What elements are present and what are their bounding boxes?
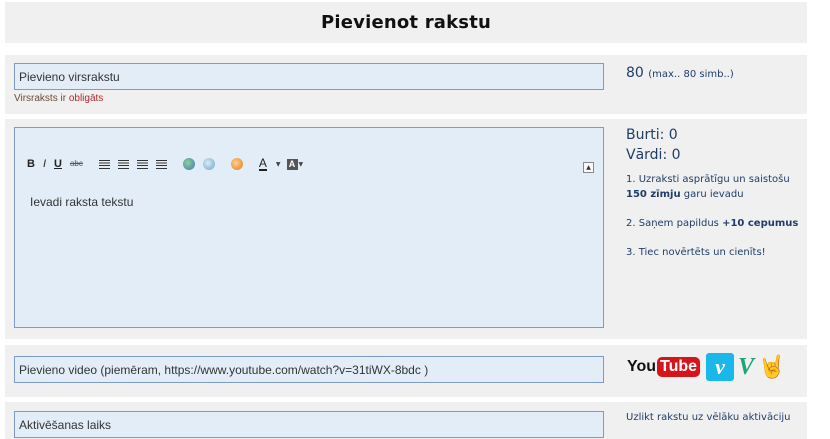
- hint-required: obligāts: [68, 93, 104, 104]
- letter-count: Burti: 0: [626, 127, 678, 143]
- counter-note: (max.. 80 simb..): [648, 69, 734, 80]
- hint-prefix: Virsraksts ir: [14, 93, 67, 104]
- activation-note: Uzlikt rakstu uz vēlāku aktivāciju: [626, 412, 791, 423]
- tip-2-bold: +10 cepumus: [722, 218, 799, 229]
- title-input[interactable]: Pievieno virsrakstu: [14, 63, 604, 90]
- page-title: Pievienot rakstu: [320, 12, 492, 33]
- tip-3: 3. Tiec novērtēts un cienīts!: [626, 247, 766, 258]
- italic-button[interactable]: I: [43, 156, 46, 172]
- emoticon-icon[interactable]: [230, 158, 243, 170]
- tip-1-text-end: garu ievadu: [683, 189, 744, 200]
- editor-section: B I U abc A ▼ A ▼ ▲ Ievadi raksta tekstu B…: [5, 119, 807, 339]
- tip-1-text: 1. Uzraksti asprātīgu un saistošu: [626, 174, 790, 185]
- text-editor[interactable]: B I U abc A ▼ A ▼ ▲ Ievadi raksta tekstu: [14, 127, 604, 328]
- word-count: Vārdi: 0: [626, 147, 681, 163]
- align-left-icon[interactable]: [98, 159, 110, 169]
- tip-1: 1. Uzraksti asprātīgu un saistošu 150 zī…: [626, 172, 801, 202]
- chevron-down-icon[interactable]: ▼: [276, 161, 281, 168]
- editor-placeholder: Ievadi raksta tekstu: [30, 195, 134, 209]
- align-justify-icon[interactable]: [155, 159, 167, 169]
- chevron-down-icon[interactable]: ▼: [299, 161, 304, 168]
- title-required-hint: Virsraksts ir obligāts: [14, 93, 103, 104]
- editor-toolbar: B I U abc A ▼ A ▼: [27, 156, 309, 172]
- rock-hand-icon: 🤘: [758, 354, 786, 380]
- tip-2-text: 2. Saņem papildus: [626, 218, 719, 229]
- vimeo-logo: v: [706, 353, 735, 381]
- counter-value: 80: [626, 65, 644, 81]
- youtube-logo: You Tube: [627, 357, 701, 377]
- video-provider-logos: You Tube v V 🤘: [627, 352, 785, 382]
- collapse-toolbar-icon[interactable]: ▲: [583, 162, 594, 173]
- video-section: Pievieno video (piemēram, https://www.yo…: [5, 345, 807, 397]
- title-section: Pievieno virsrakstu Virsraksts ir obligā…: [5, 55, 807, 114]
- tip-2: 2. Saņem papildus +10 cepumus: [626, 216, 801, 231]
- insert-link-icon[interactable]: [182, 158, 195, 170]
- video-url-input[interactable]: Pievieno video (piemēram, https://www.yo…: [14, 356, 604, 383]
- tip-1-bold: 150 zīmju: [626, 189, 681, 200]
- bold-button[interactable]: B: [27, 156, 35, 172]
- activation-time-input[interactable]: Aktivēšanas laiks: [14, 411, 604, 438]
- align-center-icon[interactable]: [117, 159, 129, 169]
- underline-button[interactable]: U: [54, 156, 62, 172]
- title-char-counter: 80 (max.. 80 simb..): [626, 65, 734, 81]
- activation-section: Aktivēšanas laiks Uzlikt rakstu uz vēlāk…: [5, 402, 807, 439]
- font-background-button[interactable]: A: [286, 158, 298, 170]
- strikethrough-button[interactable]: abc: [70, 156, 83, 172]
- page-header: Pievienot rakstu: [5, 2, 807, 43]
- vine-logo: V: [738, 353, 755, 380]
- unlink-icon[interactable]: [202, 158, 215, 170]
- font-color-button[interactable]: A: [258, 157, 267, 171]
- align-right-icon[interactable]: [136, 159, 148, 169]
